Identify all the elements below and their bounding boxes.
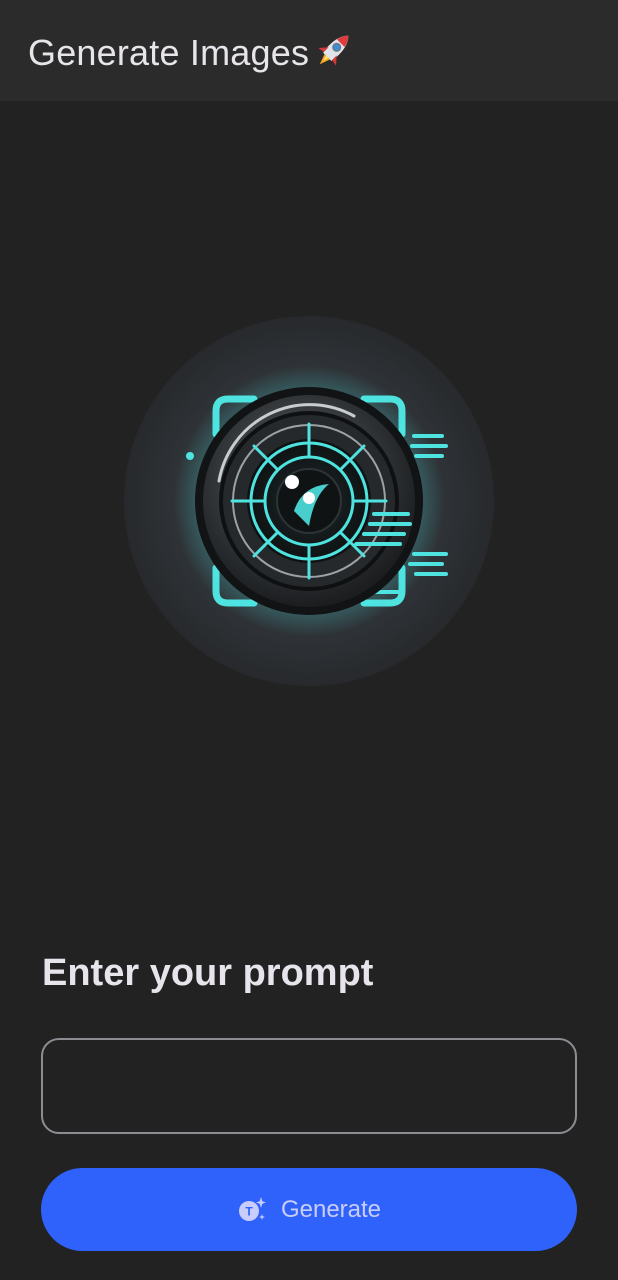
prompt-input[interactable] bbox=[41, 1038, 577, 1134]
prompt-heading: Enter your prompt bbox=[42, 952, 374, 994]
ai-text-sparkle-icon: T bbox=[238, 1196, 266, 1221]
app-title-text: Generate Images bbox=[28, 32, 310, 73]
app-title: Generate Images bbox=[28, 27, 357, 74]
generate-button-label: Generate bbox=[280, 1195, 382, 1223]
camera-lens-logo bbox=[124, 316, 494, 686]
top-app-bar: Generate Images bbox=[0, 0, 618, 101]
svg-text:T: T bbox=[245, 1204, 253, 1218]
rocket-icon bbox=[318, 35, 349, 66]
generate-button[interactable]: T Generate bbox=[41, 1168, 577, 1251]
